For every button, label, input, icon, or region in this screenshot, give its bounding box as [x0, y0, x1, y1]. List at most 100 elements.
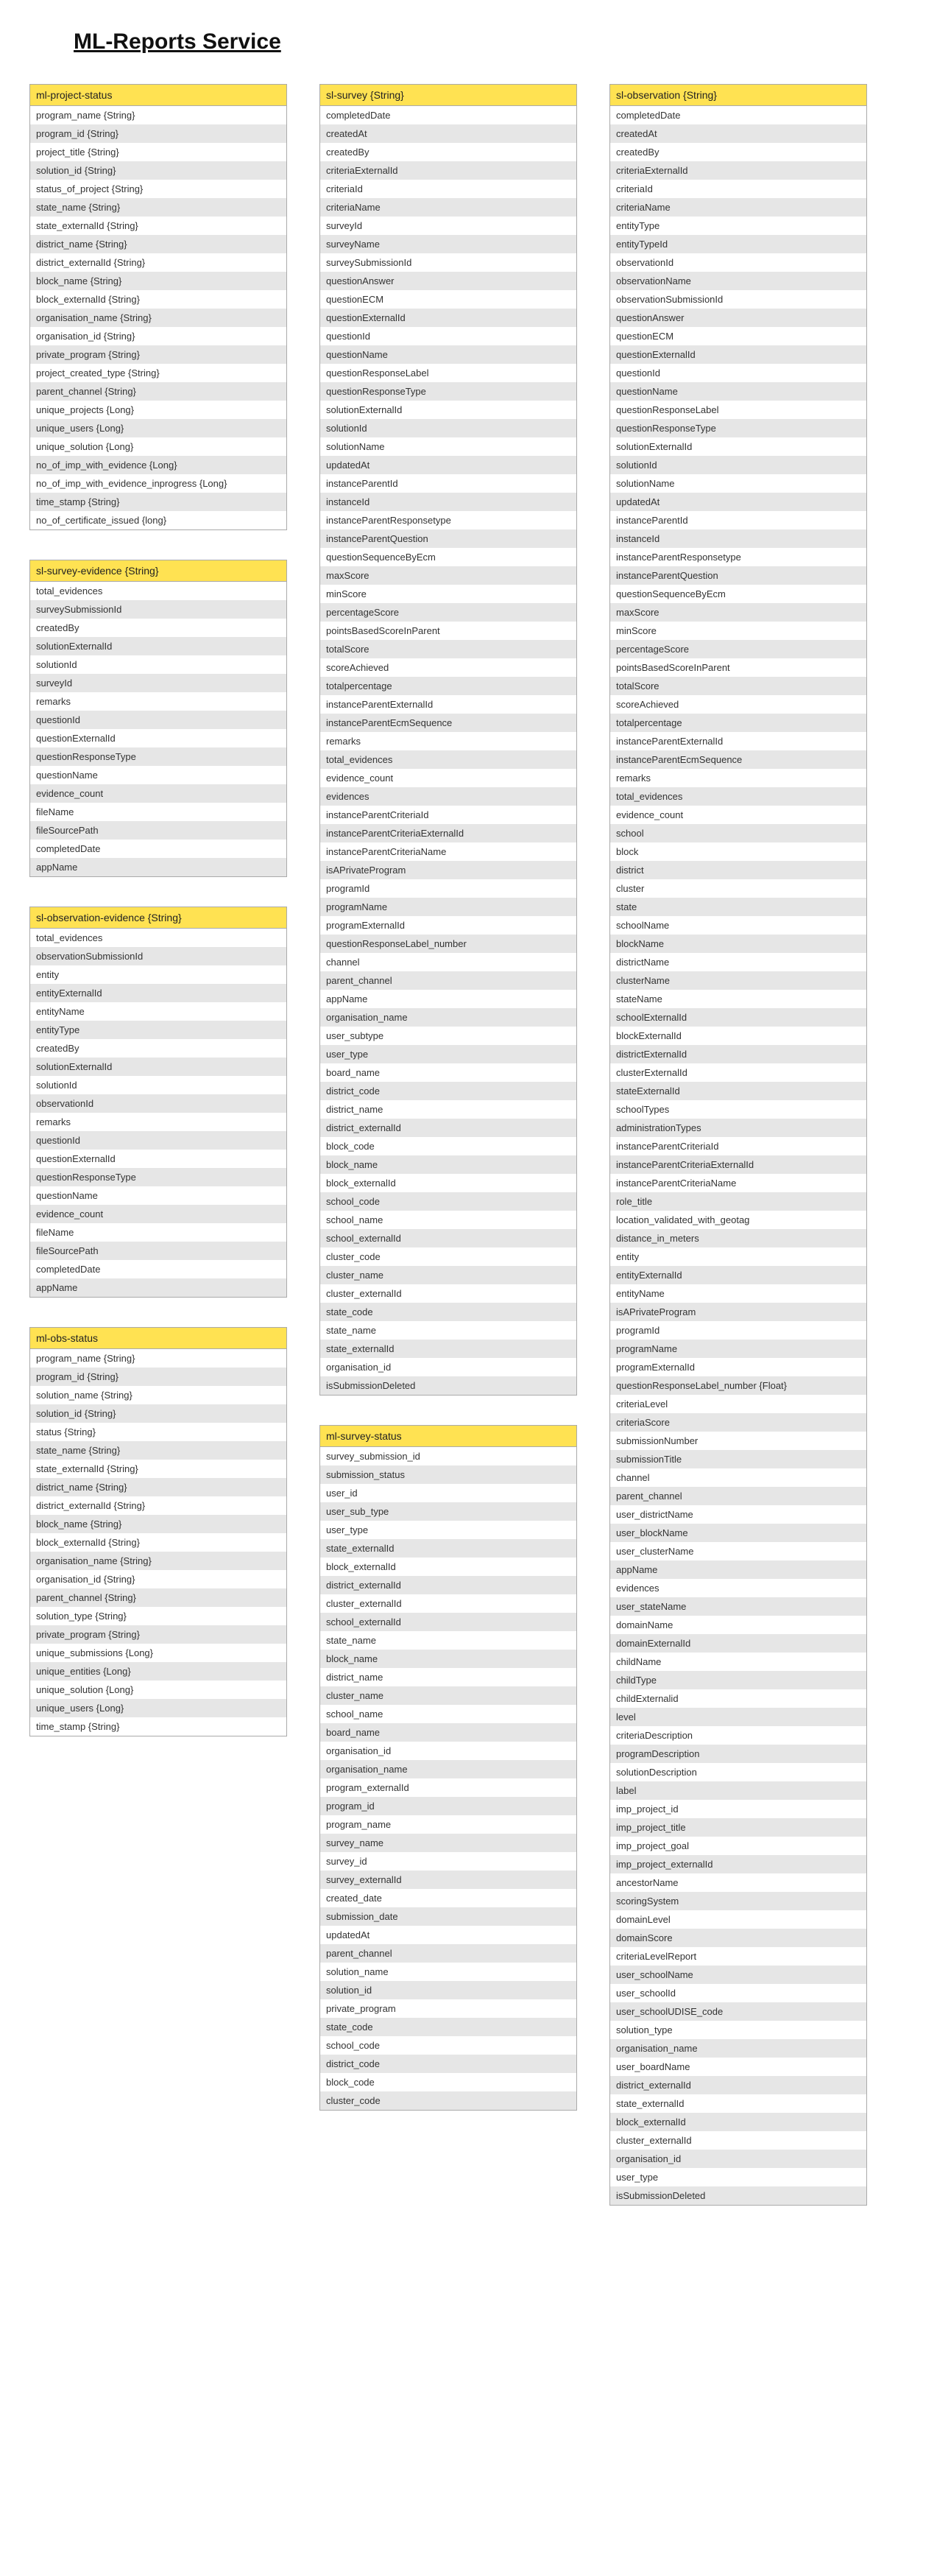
table-row: questionAnswer [320, 272, 576, 290]
table-row: solution_id [320, 1981, 576, 1999]
table-row: programDescription [610, 1745, 866, 1763]
table-row: criteriaName [610, 198, 866, 217]
table-row: entityTypeId [610, 235, 866, 253]
table-row: completedDate [320, 106, 576, 124]
table-row: totalpercentage [320, 677, 576, 695]
table-row: user_type [610, 2168, 866, 2186]
table-row: district_name {String} [30, 235, 286, 253]
table-row: user_subtype [320, 1027, 576, 1045]
table-row: district_externalId {String} [30, 1496, 286, 1515]
table-row: updatedAt [610, 493, 866, 511]
table-row: user_type [320, 1045, 576, 1063]
table-row: minScore [320, 585, 576, 603]
table-row: schoolExternalId [610, 1008, 866, 1027]
table-row: questionName [30, 766, 286, 784]
table-ml-survey-status: ml-survey-statussurvey_submission_idsubm… [319, 1425, 577, 2111]
table-row: user_id [320, 1484, 576, 1502]
table-row: questionExternalId [610, 345, 866, 364]
table-row: submission_date [320, 1907, 576, 1926]
table-row: project_title {String} [30, 143, 286, 161]
table-row: school_name [320, 1211, 576, 1229]
table-row: instanceParentEcmSequence [320, 714, 576, 732]
table-row: isAPrivateProgram [320, 861, 576, 879]
table-row: state_code [320, 1303, 576, 1321]
table-body: completedDatecreatedAtcreatedBycriteriaE… [320, 106, 576, 1395]
table-row: instanceParentCriteriaExternalId [320, 824, 576, 842]
table-row: administrationTypes [610, 1119, 866, 1137]
table-row: questionResponseType [30, 1168, 286, 1186]
table-row: percentageScore [610, 640, 866, 658]
table-row: entityName [30, 1002, 286, 1021]
table-sl-observation-evidence-string-: sl-observation-evidence {String}total_ev… [29, 907, 287, 1298]
table-row: district_code [320, 2055, 576, 2073]
table-row: instanceParentCriteriaId [610, 1137, 866, 1155]
table-row: imp_project_title [610, 1818, 866, 1837]
table-row: entityType [30, 1021, 286, 1039]
table-row: pointsBasedScoreInParent [610, 658, 866, 677]
table-row: block [610, 842, 866, 861]
table-row: block_code [320, 1137, 576, 1155]
table-row: status_of_project {String} [30, 180, 286, 198]
table-row: questionExternalId [30, 729, 286, 747]
table-row: solutionId [320, 419, 576, 437]
table-row: totalpercentage [610, 714, 866, 732]
table-row: instanceParentId [610, 511, 866, 529]
table-row: criteriaExternalId [320, 161, 576, 180]
table-row: location_validated_with_geotag [610, 1211, 866, 1229]
table-row: completedDate [30, 840, 286, 858]
table-row: district_name {String} [30, 1478, 286, 1496]
table-row: board_name [320, 1723, 576, 1742]
table-row: user_boardName [610, 2058, 866, 2076]
table-row: organisation_name {String} [30, 1552, 286, 1570]
table-row: solutionExternalId [30, 1058, 286, 1076]
table-row: solution_id {String} [30, 1404, 286, 1423]
table-row: school_externalId [320, 1229, 576, 1247]
table-row: user_schoolId [610, 1984, 866, 2002]
table-row: block_name [320, 1650, 576, 1668]
table-row: program_name [320, 1815, 576, 1834]
table-row: completedDate [30, 1260, 286, 1278]
table-row: time_stamp {String} [30, 1717, 286, 1736]
table-row: organisation_name [320, 1008, 576, 1027]
table-row: programExternalId [320, 916, 576, 935]
table-row: questionECM [610, 327, 866, 345]
table-row: observationSubmissionId [610, 290, 866, 309]
table-row: total_evidences [30, 929, 286, 947]
table-row: observationSubmissionId [30, 947, 286, 965]
table-row: questionId [610, 364, 866, 382]
table-row: districtExternalId [610, 1045, 866, 1063]
table-row: block_externalId [320, 1174, 576, 1192]
table-row: surveyId [320, 217, 576, 235]
table-row: questionResponseType [30, 747, 286, 766]
table-row: isSubmissionDeleted [320, 1376, 576, 1395]
table-row: remarks [30, 1113, 286, 1131]
table-row: total_evidences [320, 750, 576, 769]
table-row: fileSourcePath [30, 821, 286, 840]
table-row: state [610, 898, 866, 916]
table-row: instanceId [610, 529, 866, 548]
table-row: questionName [30, 1186, 286, 1205]
table-row: solution_type {String} [30, 1607, 286, 1625]
table-row: school_code [320, 1192, 576, 1211]
table-row: no_of_imp_with_evidence {Long} [30, 456, 286, 474]
table-row: createdBy [320, 143, 576, 161]
table-row: cluster [610, 879, 866, 898]
table-row: programId [320, 879, 576, 898]
table-row: createdBy [610, 143, 866, 161]
table-header: sl-survey {String} [320, 85, 576, 106]
table-row: solutionId [610, 456, 866, 474]
table-row: submissionTitle [610, 1450, 866, 1468]
table-row: survey_id [320, 1852, 576, 1871]
table-row: observationId [610, 253, 866, 272]
table-row: state_name {String} [30, 198, 286, 217]
table-row: criteriaLevel [610, 1395, 866, 1413]
page-root: ML-Reports Service ml-project-statusprog… [0, 0, 937, 2250]
table-row: questionSequenceByEcm [320, 548, 576, 566]
table-row: questionExternalId [320, 309, 576, 327]
table-row: surveySubmissionId [320, 253, 576, 272]
table-row: block_externalId {String} [30, 290, 286, 309]
table-header: sl-observation-evidence {String} [30, 907, 286, 929]
table-row: solutionId [30, 1076, 286, 1094]
table-row: block_name {String} [30, 1515, 286, 1533]
table-row: cluster_externalId [320, 1284, 576, 1303]
